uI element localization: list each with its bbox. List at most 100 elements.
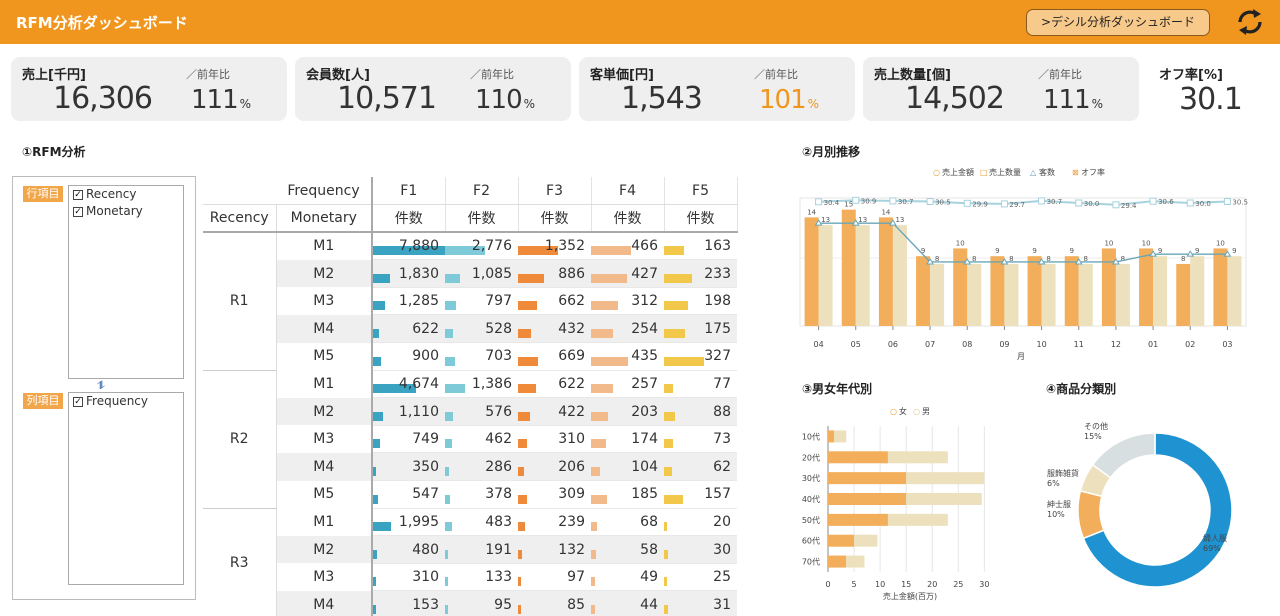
bar-sales [878,217,893,326]
count-cell: 157 [664,480,737,509]
count-value: 88 [713,403,731,420]
count-cell: 309 [518,480,591,509]
count-bar [445,273,460,283]
off-rate-label: 30.7 [898,198,914,206]
point-off-rate [889,197,897,205]
checkbox-checked-icon[interactable]: ✓ [73,396,83,407]
x-tick-label: 08 [962,340,972,349]
swap-icon[interactable]: ⥮ [97,379,105,393]
checkbox-checked-icon[interactable]: ✓ [73,189,83,200]
count-bar [591,273,627,283]
pivot-row: M4 622 528 432 254 175 [203,314,737,344]
slice-percent: 6% [1047,479,1060,488]
legend-label: オフ率 [1081,167,1105,177]
count-value: 73 [713,431,731,448]
bar-male [906,493,982,505]
count-value: 309 [558,486,585,503]
pivot-row: M3 310 133 97 49 25 [203,563,737,592]
count-cell: 239 [518,508,591,537]
bar-quantity [1078,263,1093,326]
category-section-title: ④商品分類別 [1046,382,1117,396]
count-cell: 30 [664,535,737,564]
count-cell: 422 [518,397,591,426]
slice-percent: 69% [1203,544,1221,553]
refresh-icon[interactable] [1232,4,1268,40]
column-fields-list[interactable]: ✓ Frequency [68,392,184,585]
count-cell: 68 [591,508,664,537]
count-bar [591,329,613,339]
count-bar [664,301,688,311]
point-off-rate [1000,200,1008,208]
count-cell: 1,110 [372,397,445,426]
field-checkbox-recency[interactable]: ✓ Recency [69,186,183,203]
bar-label: 14 [807,208,816,216]
field-label: Frequency [86,394,148,408]
count-cell: 432 [518,314,591,344]
count-cell: 669 [518,342,591,371]
count-bar [664,411,675,421]
row-fields-list[interactable]: ✓ Recency ✓ Monetary [68,185,184,379]
count-value: 703 [485,348,512,365]
count-cell: 2,776 [445,232,518,261]
decile-dashboard-button[interactable]: >デシル分析ダッシュボード [1026,9,1210,36]
pivot-row: M2 1,110 576 422 203 88 [203,397,737,426]
count-bar [373,329,379,339]
count-value: 104 [631,458,658,475]
count-bar [373,273,390,283]
point-off-rate [1186,199,1194,207]
bar-label: 10 [956,239,965,247]
off-rate-label: 29.7 [1009,201,1025,209]
donut-slice-4 [1091,432,1156,479]
count-cell: 310 [372,563,445,592]
count-value: 312 [631,293,658,310]
pivot-row: M5 900 703 669 435 327 [203,342,737,371]
bar-quantity [1004,263,1019,326]
count-bar [518,411,530,421]
count-value: 662 [558,293,585,310]
pivot-header-cell: F3 [518,177,592,206]
count-value: 432 [558,320,585,337]
bar-quantity [1041,263,1056,326]
count-value: 58 [640,541,658,558]
gender-age-section-title: ③男女年代別 [802,382,873,396]
kpi-card-4: 売上数量[個] 14,502 ／前年比 111% [863,57,1139,121]
count-cell: 797 [445,287,518,316]
count-bar [591,467,600,477]
bar-male [887,451,948,464]
kpi-prev-label: ／前年比 [470,68,514,81]
count-bar [591,246,631,256]
count-cell: 174 [591,425,664,454]
off-rate-label: 30.5 [935,199,951,207]
count-cell: 58 [591,535,664,564]
off-rate-label: 30.6 [1158,198,1174,206]
checkbox-checked-icon[interactable]: ✓ [73,206,83,217]
field-checkbox-frequency[interactable]: ✓ Frequency [69,393,183,410]
bar-quantity [930,263,945,326]
x-tick-label: 20 [927,580,937,589]
count-cell: 44 [591,590,664,616]
point-off-rate [926,198,934,205]
x-tick-label: 06 [888,340,898,349]
x-axis-label: 月 [1017,352,1025,361]
kpi-ratio: 110% [475,85,535,115]
legend-label: 男 [922,407,930,416]
count-cell: 350 [372,452,445,482]
kpi-prev-label: ／前年比 [1038,68,1082,81]
count-bar [591,439,606,449]
count-value: 1,386 [471,375,512,392]
bar-quantity [855,225,870,326]
count-cell: 7,880 [372,232,445,261]
count-value: 153 [412,596,439,613]
kpi-ratio-value: 111 [191,85,239,115]
count-value: 185 [631,486,658,503]
kpi-value: 10,571 [337,81,437,116]
legend-label: 売上数量 [989,167,1021,177]
kpi-card-2: 会員数[人] 10,571 ／前年比 110% [295,57,571,121]
field-checkbox-monetary[interactable]: ✓ Monetary [69,203,183,220]
count-value: 576 [485,403,512,420]
bar-female [828,430,835,443]
count-bar [664,549,668,559]
bar-sales [1064,256,1079,326]
slice-label: 婦人服 [1203,533,1227,543]
count-cell: 462 [445,425,518,454]
